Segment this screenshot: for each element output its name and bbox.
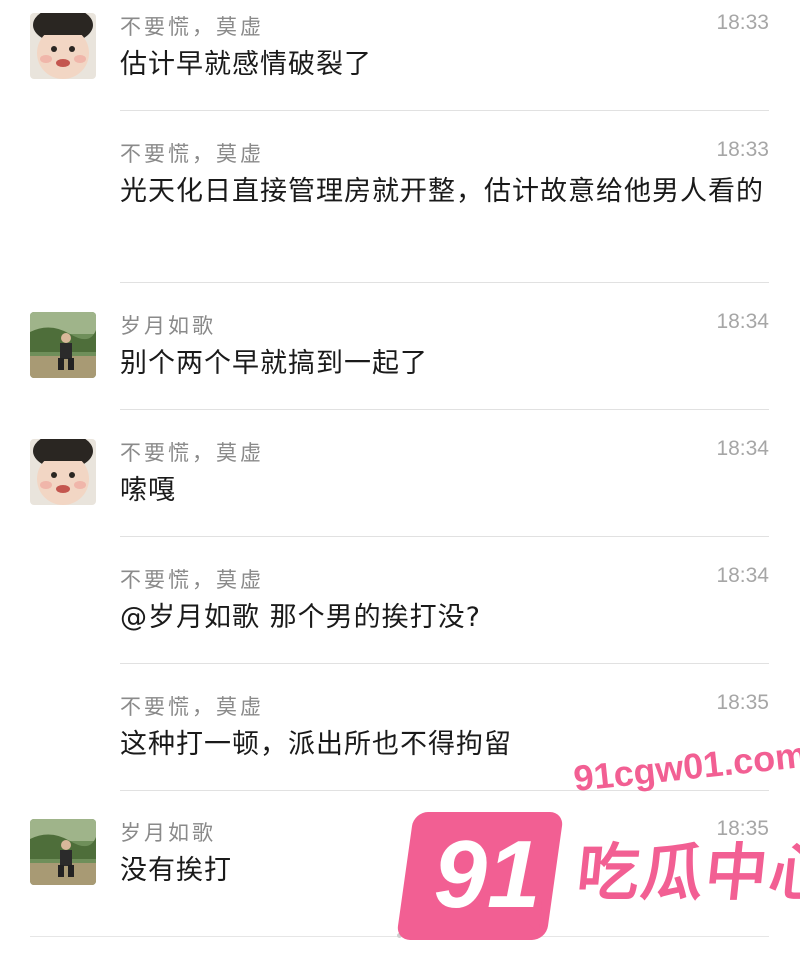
avatar[interactable]: [30, 439, 96, 505]
divider: [120, 110, 769, 111]
sender-name: 岁月如歌: [120, 821, 216, 845]
message-text: 别个两个早就搞到一起了: [120, 348, 428, 379]
message-time: 18:34: [716, 310, 769, 333]
person-outdoor-avatar: [30, 312, 96, 378]
message-text: 嗦嘎: [120, 475, 176, 506]
sender-name: 不要慌，莫虚: [120, 695, 264, 719]
divider: [120, 409, 769, 410]
sender-name: 不要慌，莫虚: [120, 441, 264, 465]
message-text: @岁月如歌 那个男的挨打没?: [120, 602, 481, 633]
sender-name: 不要慌，莫虚: [120, 568, 264, 592]
divider: [120, 536, 769, 537]
message-text: 光天化日直接管理房就开整，估计故意给他男人看的: [120, 176, 764, 207]
divider: [120, 282, 769, 283]
message-time: 18:35: [716, 691, 769, 714]
person-outdoor-avatar: [30, 819, 96, 885]
message-time: 18:33: [716, 11, 769, 34]
sender-name: 不要慌，莫虚: [120, 15, 264, 39]
avatar[interactable]: [30, 819, 96, 885]
avatar[interactable]: [30, 13, 96, 79]
watermark-brand: 吃瓜中心: [573, 836, 800, 909]
baby-face-avatar: [30, 13, 96, 79]
sender-name: 不要慌，莫虚: [120, 142, 264, 166]
message-time: 18:34: [716, 564, 769, 587]
baby-face-avatar: [30, 439, 96, 505]
divider: [120, 663, 769, 664]
avatar[interactable]: [30, 312, 96, 378]
message-text: 估计早就感情破裂了: [120, 49, 372, 80]
watermark-number: 91: [433, 821, 541, 928]
message-time: 18:33: [716, 138, 769, 161]
message-time: 18:34: [716, 437, 769, 460]
divider: [120, 790, 769, 791]
sender-name: 岁月如歌: [120, 314, 216, 338]
